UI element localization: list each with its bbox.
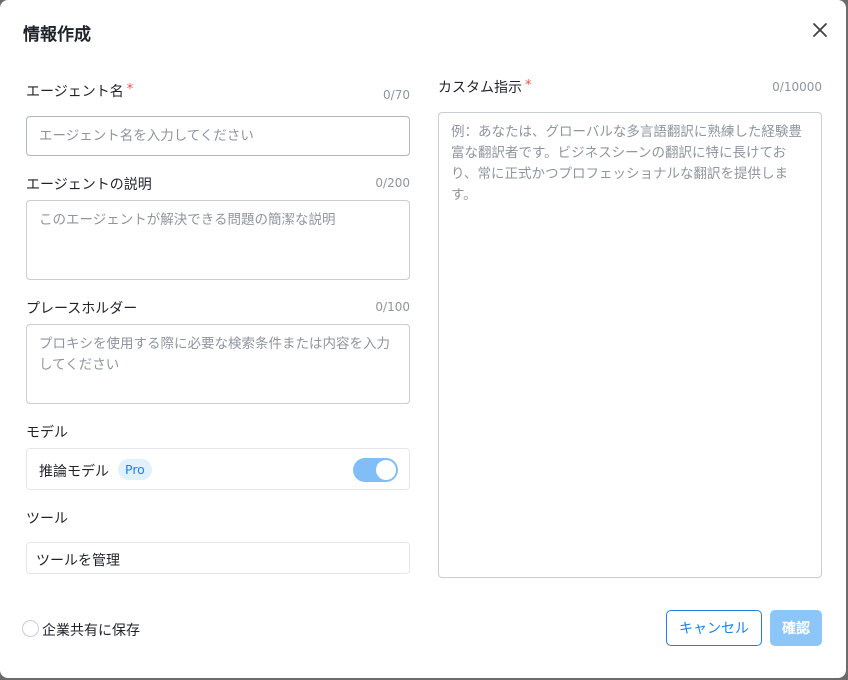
placeholder-count: 0/100 bbox=[375, 300, 410, 314]
toggle-knob bbox=[376, 460, 396, 480]
agent-name-count: 0/70 bbox=[383, 88, 410, 102]
save-enterprise-label: 企業共有に保存 bbox=[42, 623, 140, 639]
agent-name-label: エージェント名 * bbox=[26, 81, 133, 101]
agent-description-label: エージェントの説明 bbox=[26, 177, 152, 193]
pro-badge: Pro bbox=[118, 459, 152, 480]
agent-description-count: 0/200 bbox=[375, 176, 410, 190]
create-agent-dialog: 情報作成 エージェント名* 0/70 エージェントの説明 0/200 プレースホ… bbox=[0, 0, 846, 678]
manage-tools-button[interactable]: ツールを管理 bbox=[26, 542, 410, 574]
custom-instruction-label: カスタム指示 * bbox=[438, 77, 532, 97]
agent-description-textarea[interactable] bbox=[26, 200, 410, 280]
agent-name-label-text: エージェント名 bbox=[26, 84, 124, 100]
required-mark: * bbox=[126, 82, 134, 97]
custom-instruction-textarea[interactable] bbox=[438, 112, 822, 578]
close-icon[interactable] bbox=[808, 18, 832, 42]
placeholder-textarea[interactable] bbox=[26, 324, 410, 404]
model-toggle[interactable] bbox=[353, 458, 398, 482]
dialog-title: 情報作成 bbox=[23, 25, 91, 45]
model-row: 推論モデル Pro bbox=[26, 448, 410, 490]
required-mark: * bbox=[525, 78, 532, 93]
manage-tools-label: ツールを管理 bbox=[36, 553, 120, 569]
confirm-button[interactable]: 確認 bbox=[770, 610, 822, 646]
custom-instruction-count: 0/10000 bbox=[772, 80, 822, 94]
custom-instruction-label-text: カスタム指示 bbox=[438, 80, 522, 96]
model-name: 推論モデル bbox=[39, 464, 109, 480]
model-label: モデル bbox=[26, 425, 68, 441]
radio-circle[interactable] bbox=[22, 620, 39, 637]
cancel-button[interactable]: キャンセル bbox=[666, 610, 762, 646]
tools-label: ツール bbox=[26, 511, 68, 527]
placeholder-label: プレースホルダー bbox=[26, 301, 138, 317]
agent-name-input[interactable] bbox=[26, 116, 410, 156]
